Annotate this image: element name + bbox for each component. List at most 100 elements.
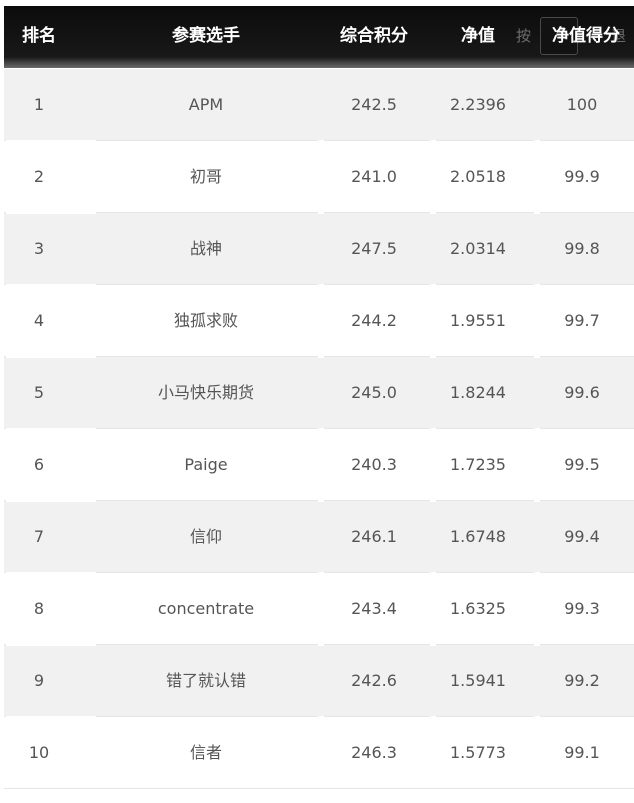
row-divider-gap xyxy=(318,428,324,430)
net-value-cell: 1.6748 xyxy=(450,527,506,546)
table-body: 1 APM 242.5 2.2396 100 2 初哥 241.0 2.0518 99.9 3 战神 2… xyxy=(4,69,634,789)
row-divider-gap xyxy=(430,644,436,646)
net-value-cell: 1.6325 xyxy=(450,599,506,618)
row-divider-gap xyxy=(318,212,324,214)
total-score-cell: 242.6 xyxy=(351,671,397,690)
participant-cell: Paige xyxy=(184,455,228,474)
row-divider-gap xyxy=(318,500,324,502)
rank-cell: 5 xyxy=(33,383,45,402)
net-value-cell: 1.9551 xyxy=(450,311,506,330)
total-score-cell: 242.5 xyxy=(351,95,397,114)
row-divider-gap xyxy=(534,500,540,502)
total-score-cell: 246.3 xyxy=(351,743,397,762)
net-value-cell: 2.0518 xyxy=(450,167,506,186)
participant-cell: 独孤求败 xyxy=(173,311,238,330)
row-divider-gap xyxy=(6,212,96,214)
total-score-cell: 246.1 xyxy=(351,527,397,546)
row-divider-gap xyxy=(534,356,540,358)
row-divider-gap xyxy=(430,428,436,430)
row-divider-gap xyxy=(318,644,324,646)
net-value-score-cell: 99.5 xyxy=(564,455,600,474)
row-divider-gap xyxy=(534,140,540,142)
net-value-cell: 1.5941 xyxy=(450,671,506,690)
rank-cell: 1 xyxy=(33,95,45,114)
table-row[interactable]: 5 小马快乐期货 245.0 1.8244 99.6 xyxy=(4,356,634,429)
row-divider-gap xyxy=(318,356,324,358)
table-row[interactable]: 6 Paige 240.3 1.7235 99.5 xyxy=(4,428,634,501)
table-row[interactable]: 3 战神 247.5 2.0314 99.8 xyxy=(4,212,634,285)
row-divider-gap xyxy=(318,284,324,286)
table-row[interactable]: 4 独孤求败 244.2 1.9551 99.7 xyxy=(4,284,634,357)
participant-cell: 信仰 xyxy=(189,527,222,546)
row-divider-gap xyxy=(534,212,540,214)
net-value-score-cell: 100 xyxy=(566,95,598,114)
net-value-cell: 1.8244 xyxy=(450,383,506,402)
row-divider-gap xyxy=(6,428,96,430)
participant-cell: 错了就认错 xyxy=(165,671,246,690)
net-value-cell: 2.0314 xyxy=(450,239,506,258)
row-divider-gap xyxy=(6,284,96,286)
row-divider-gap xyxy=(318,572,324,574)
net-value-score-cell: 99.1 xyxy=(564,743,600,762)
total-score-cell: 245.0 xyxy=(351,383,397,402)
leaderboard: 排名 参赛选手 综合积分 净值 按 退 净值得分 1 APM 242.5 2.2396… xyxy=(0,0,634,803)
net-value-score-cell: 99.6 xyxy=(564,383,600,402)
header-rank[interactable]: 排名 xyxy=(4,6,74,66)
row-divider-gap xyxy=(534,716,540,718)
total-score-cell: 244.2 xyxy=(351,311,397,330)
sort-hint-text: 按 xyxy=(516,27,532,45)
row-divider-gap xyxy=(430,212,436,214)
net-value-score-cell: 99.7 xyxy=(564,311,600,330)
participant-cell: 信者 xyxy=(189,743,222,762)
row-divider-gap xyxy=(430,356,436,358)
row-divider-gap xyxy=(430,572,436,574)
net-value-cell: 1.7235 xyxy=(450,455,506,474)
header-net-value-score[interactable]: 净值得分 xyxy=(540,6,632,66)
participant-cell: APM xyxy=(188,95,224,114)
table-row[interactable]: 7 信仰 246.1 1.6748 99.4 xyxy=(4,500,634,573)
header-total-score[interactable]: 综合积分 xyxy=(320,6,428,66)
header-net-value[interactable]: 净值 xyxy=(426,6,530,66)
table-header: 排名 参赛选手 综合积分 净值 按 退 净值得分 xyxy=(4,6,634,68)
net-value-cell: 2.2396 xyxy=(450,95,506,114)
net-value-score-cell: 99.8 xyxy=(564,239,600,258)
rank-cell: 2 xyxy=(33,167,45,186)
row-divider-gap xyxy=(318,716,324,718)
net-value-score-cell: 99.2 xyxy=(564,671,600,690)
row-divider-gap xyxy=(6,644,96,646)
total-score-cell: 240.3 xyxy=(351,455,397,474)
rank-cell: 7 xyxy=(33,527,45,546)
net-value-score-cell: 99.9 xyxy=(564,167,600,186)
row-divider-gap xyxy=(430,284,436,286)
row-divider-gap xyxy=(430,716,436,718)
participant-cell: 小马快乐期货 xyxy=(157,383,254,402)
table-row[interactable]: 10 信者 246.3 1.5773 99.1 xyxy=(4,716,634,789)
header-participant[interactable]: 参赛选手 xyxy=(94,6,318,66)
net-value-score-cell: 99.4 xyxy=(564,527,600,546)
net-value-score-cell: 99.3 xyxy=(564,599,600,618)
rank-cell: 4 xyxy=(33,311,45,330)
net-value-cell: 1.5773 xyxy=(450,743,506,762)
table-row[interactable]: 2 初哥 241.0 2.0518 99.9 xyxy=(4,140,634,213)
rank-cell: 8 xyxy=(33,599,45,618)
row-divider-gap xyxy=(534,572,540,574)
row-divider-gap xyxy=(318,140,324,142)
table-row[interactable]: 1 APM 242.5 2.2396 100 xyxy=(4,69,634,141)
table-row[interactable]: 9 错了就认错 242.6 1.5941 99.2 xyxy=(4,644,634,717)
table-row[interactable]: 8 concentrate 243.4 1.6325 99.3 xyxy=(4,572,634,645)
rank-cell: 3 xyxy=(33,239,45,258)
row-divider-gap xyxy=(430,140,436,142)
total-score-cell: 243.4 xyxy=(351,599,397,618)
row-divider-gap xyxy=(534,284,540,286)
row-divider-gap xyxy=(6,500,96,502)
total-score-cell: 247.5 xyxy=(351,239,397,258)
rank-cell: 10 xyxy=(28,743,50,762)
rank-cell: 9 xyxy=(33,671,45,690)
participant-cell: concentrate xyxy=(157,599,255,618)
row-divider-gap xyxy=(430,500,436,502)
total-score-cell: 241.0 xyxy=(351,167,397,186)
row-divider-gap xyxy=(534,428,540,430)
rank-cell: 6 xyxy=(33,455,45,474)
row-divider-gap xyxy=(6,140,96,142)
row-divider-gap xyxy=(6,716,96,718)
